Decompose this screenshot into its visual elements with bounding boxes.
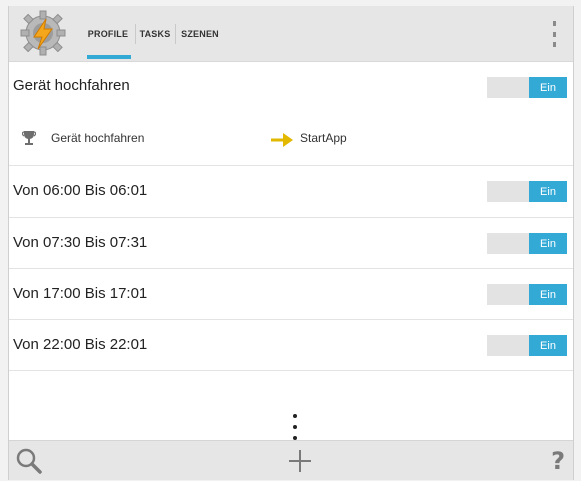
profile-row[interactable]: Von 22:00 Bis 22:01 Ein [9, 320, 573, 371]
tab-profile-label: PROFILE [87, 29, 129, 39]
add-icon[interactable] [286, 447, 314, 475]
tab-profile[interactable]: PROFILE [83, 6, 133, 62]
overflow-menu-icon[interactable] [549, 21, 559, 47]
profile-title: Von 07:30 Bis 07:31 [13, 234, 148, 251]
search-icon[interactable] [15, 447, 43, 475]
toggle-label: Ein [529, 335, 567, 356]
arrow-right-icon [271, 133, 293, 147]
toggle-label: Ein [529, 77, 567, 98]
bottom-bar: ? [9, 440, 573, 480]
help-icon[interactable]: ? [551, 447, 565, 475]
profile-row[interactable]: Von 17:00 Bis 17:01 Ein [9, 269, 573, 320]
tab-divider [175, 24, 176, 44]
more-options-icon[interactable] [291, 414, 299, 440]
profile-title: Gerät hochfahren [13, 77, 130, 94]
profile-context-label[interactable]: Gerät hochfahren [51, 131, 144, 145]
tab-szenen[interactable]: SZENEN [177, 6, 223, 62]
profile-title: Von 06:00 Bis 06:01 [13, 182, 148, 199]
profile-title: Von 17:00 Bis 17:01 [13, 285, 148, 302]
profile-toggle[interactable]: Ein [487, 181, 567, 202]
action-bar: PROFILE TASKS SZENEN [9, 6, 573, 62]
tab-tasks-label: TASKS [139, 29, 171, 39]
profile-toggle[interactable]: Ein [487, 233, 567, 254]
profile-title: Von 22:00 Bis 22:01 [13, 336, 148, 353]
profile-row[interactable]: Von 07:30 Bis 07:31 Ein [9, 218, 573, 269]
tab-szenen-label: SZENEN [181, 29, 219, 39]
profile-row[interactable]: Gerät hochfahren Ein [9, 63, 573, 166]
app-window: PROFILE TASKS SZENEN Gerät hochfahren Ei… [8, 6, 574, 480]
tab-divider [135, 24, 136, 44]
profile-row[interactable]: Von 06:00 Bis 06:01 Ein [9, 166, 573, 218]
profile-task-label[interactable]: StartApp [300, 131, 347, 145]
selected-tab-indicator [87, 55, 131, 59]
toggle-label: Ein [529, 233, 567, 254]
tab-tasks[interactable]: TASKS [137, 6, 173, 62]
profile-toggle[interactable]: Ein [487, 284, 567, 305]
profile-toggle[interactable]: Ein [487, 77, 567, 98]
toggle-label: Ein [529, 181, 567, 202]
tasker-logo-icon[interactable] [19, 10, 67, 56]
toggle-label: Ein [529, 284, 567, 305]
profile-toggle[interactable]: Ein [487, 335, 567, 356]
trophy-icon [22, 131, 36, 145]
